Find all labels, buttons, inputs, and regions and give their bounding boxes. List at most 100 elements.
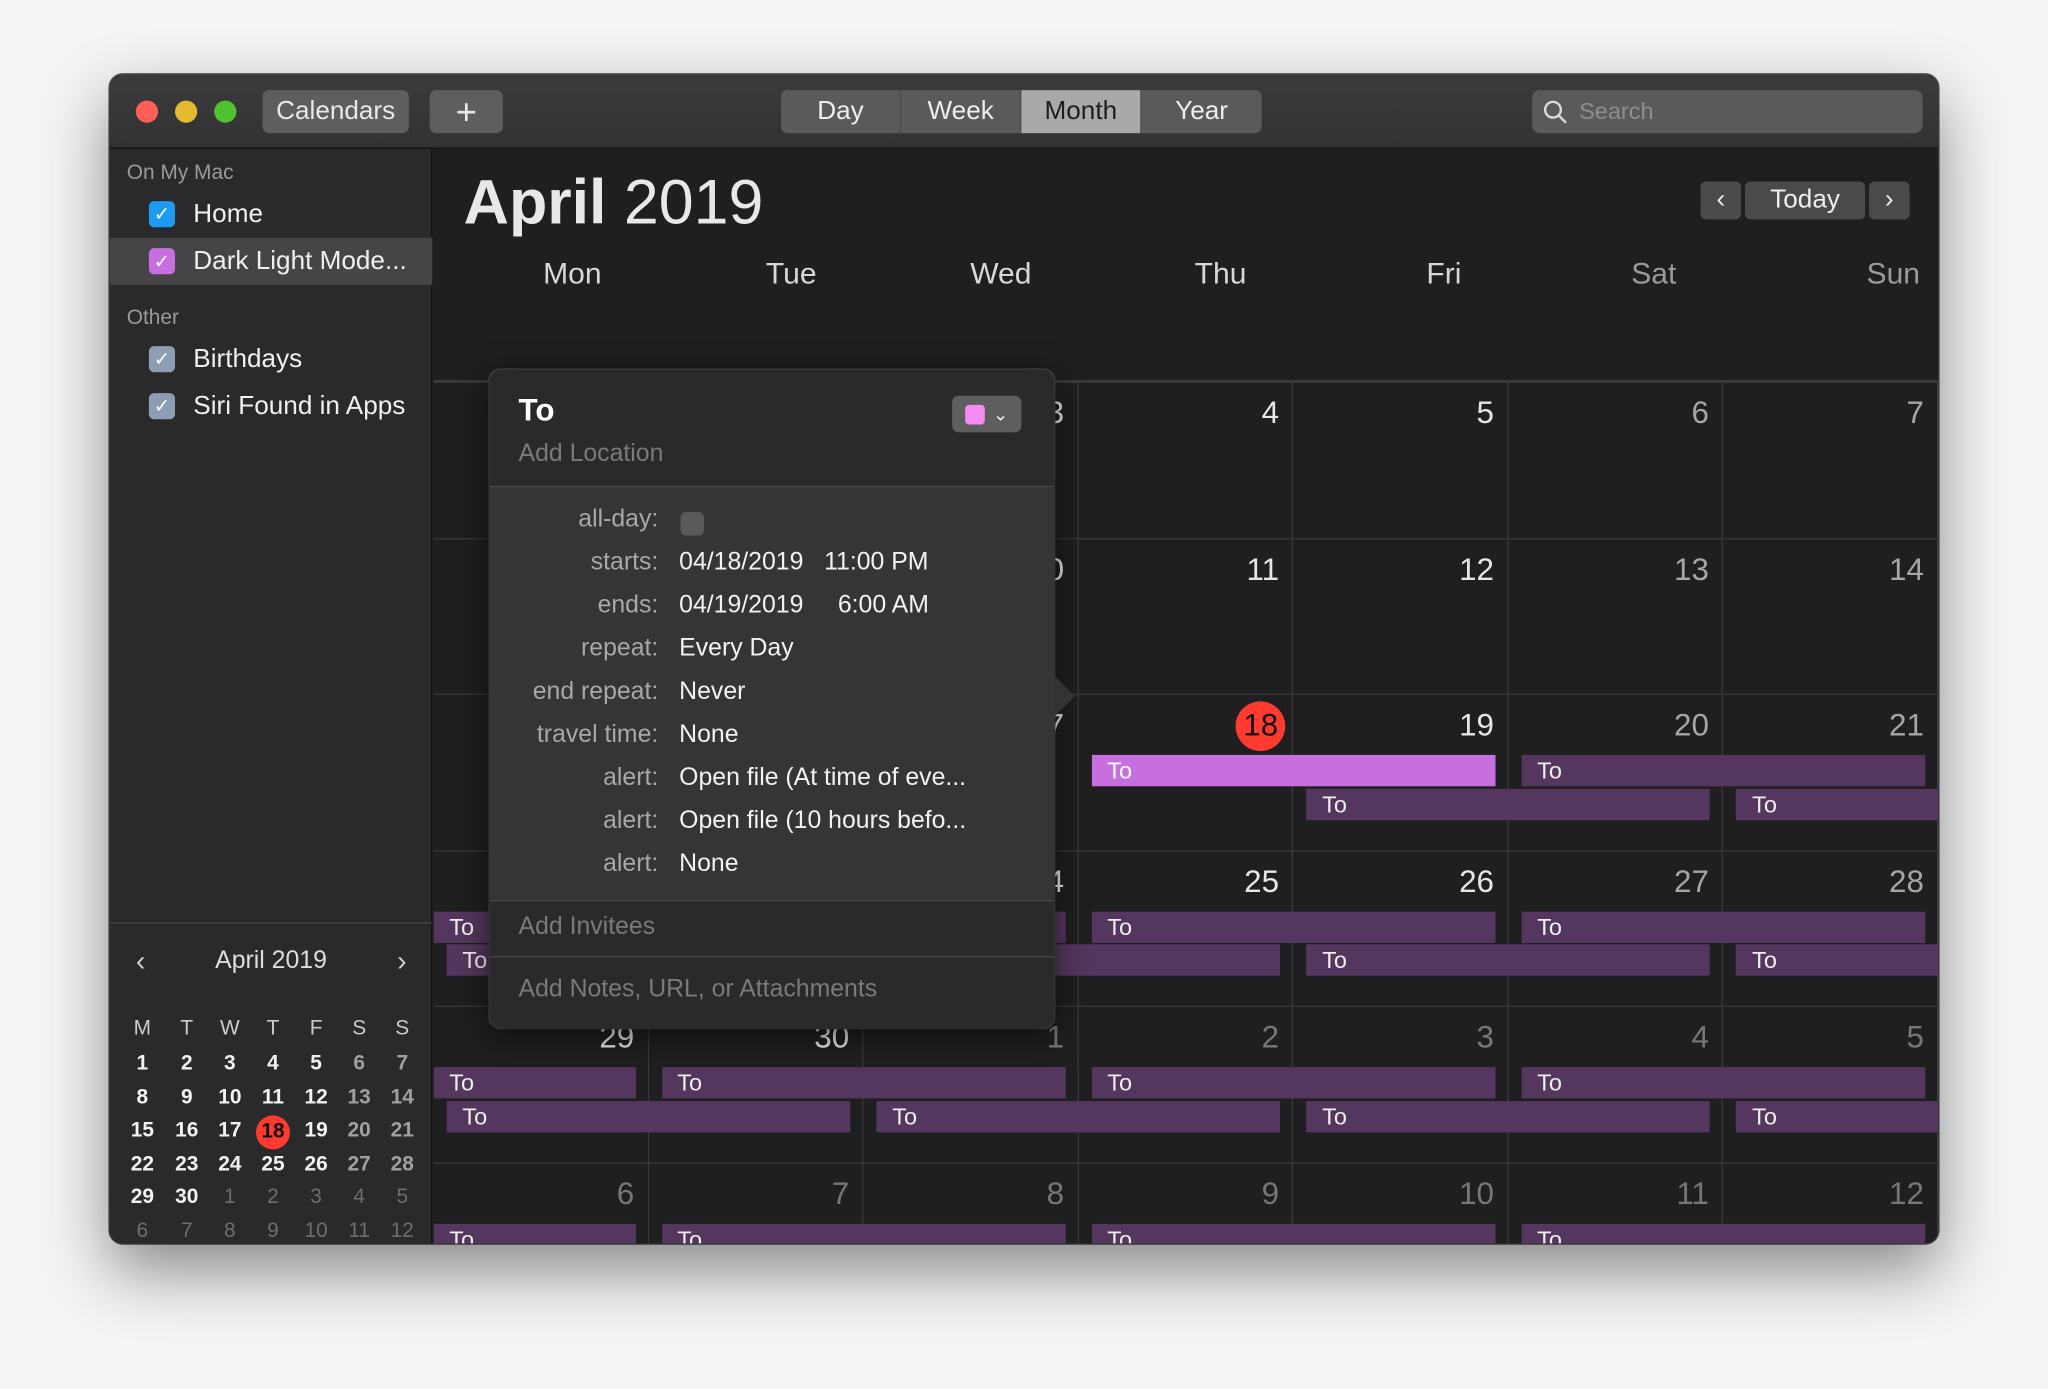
mini-day[interactable]: 2 <box>253 1186 292 1210</box>
mini-day[interactable]: 29 <box>123 1186 162 1210</box>
mini-day[interactable]: 5 <box>383 1186 422 1210</box>
all-day-checkbox[interactable] <box>680 511 704 536</box>
mini-day[interactable]: 28 <box>383 1153 422 1177</box>
field-value[interactable]: Open file (10 hours befo... <box>679 807 966 836</box>
mini-day[interactable]: 7 <box>383 1053 422 1077</box>
previous-month-button[interactable]: ‹ <box>1700 181 1742 220</box>
next-month-button[interactable]: › <box>1869 181 1910 220</box>
event-title[interactable]: To <box>519 393 555 430</box>
mini-day[interactable]: 10 <box>210 1086 249 1110</box>
calendars-button[interactable]: Calendars <box>262 90 409 134</box>
mini-day[interactable]: 9 <box>253 1219 292 1243</box>
mini-day[interactable]: 22 <box>123 1153 162 1177</box>
mini-day[interactable]: 3 <box>296 1186 335 1210</box>
mini-day[interactable]: 21 <box>383 1119 422 1143</box>
sidebar-item-siri-found-in-apps[interactable]: ✓ Siri Found in Apps <box>110 383 433 430</box>
invitees-field[interactable]: Add Invitees <box>519 913 656 942</box>
mini-day[interactable]: 14 <box>383 1086 422 1110</box>
field-value[interactable]: 04/19/2019 6:00 AM <box>679 592 929 621</box>
field-value[interactable]: None <box>679 721 738 750</box>
event-bar[interactable]: To <box>661 1223 1066 1244</box>
mini-day[interactable]: 30 <box>167 1186 206 1210</box>
mini-day[interactable]: 24 <box>210 1153 249 1177</box>
sidebar-item-dark-light-mode[interactable]: ✓ Dark Light Mode... <box>109 237 433 285</box>
day-cell[interactable]: 7 <box>1723 382 1939 539</box>
event-bar[interactable]: To <box>1736 788 1939 820</box>
event-bar[interactable]: To <box>446 1100 851 1132</box>
field-value[interactable]: Every Day <box>679 635 793 664</box>
mini-day[interactable]: 11 <box>253 1086 292 1110</box>
event-bar[interactable]: To <box>1306 788 1711 820</box>
mini-day[interactable]: 1 <box>210 1186 249 1210</box>
minimize-button[interactable] <box>175 100 198 123</box>
mini-day[interactable]: 9 <box>167 1086 206 1110</box>
day-cell[interactable]: 11 <box>1078 538 1294 695</box>
field-value[interactable]: None <box>679 850 738 879</box>
mini-day[interactable]: 8 <box>210 1219 249 1243</box>
field-value[interactable]: Open file (At time of eve... <box>679 764 966 793</box>
checkbox-checked-icon[interactable]: ✓ <box>148 248 176 275</box>
day-cell[interactable]: 4 <box>1078 382 1294 539</box>
day-cell[interactable]: 6 <box>1508 382 1724 539</box>
mini-day[interactable]: 17 <box>210 1119 249 1143</box>
event-bar[interactable]: To <box>1091 911 1496 943</box>
mini-day[interactable]: 23 <box>167 1153 206 1177</box>
mini-day[interactable]: 10 <box>296 1219 335 1243</box>
checkbox-checked-icon[interactable]: ✓ <box>148 393 176 420</box>
event-bar[interactable]: To <box>1736 1100 1939 1132</box>
mini-day[interactable]: 7 <box>167 1219 206 1243</box>
mini-day[interactable]: 2 <box>167 1053 206 1077</box>
event-bar[interactable]: To <box>1091 1223 1496 1244</box>
mini-day[interactable]: 15 <box>123 1119 162 1143</box>
day-cell[interactable]: 13 <box>1508 538 1724 695</box>
day-cell[interactable]: 12 <box>1293 538 1509 695</box>
event-bar[interactable]: To <box>1736 944 1939 976</box>
mini-day[interactable]: 27 <box>340 1153 379 1177</box>
mini-day[interactable]: 25 <box>253 1153 292 1177</box>
location-field[interactable]: Add Location <box>519 440 664 469</box>
sidebar-item-birthdays[interactable]: ✓ Birthdays <box>110 336 433 383</box>
tab-week[interactable]: Week <box>901 90 1022 134</box>
checkbox-checked-icon[interactable]: ✓ <box>148 201 176 228</box>
search-input[interactable] <box>1579 97 1893 126</box>
event-bar[interactable]: To <box>1306 944 1711 976</box>
mini-day[interactable]: 12 <box>383 1219 422 1243</box>
mini-day[interactable]: 12 <box>296 1086 335 1110</box>
mini-day[interactable]: 8 <box>123 1086 162 1110</box>
field-value[interactable]: 04/18/2019 11:00 PM <box>679 549 928 578</box>
mini-day[interactable]: 6 <box>340 1053 379 1077</box>
tab-month[interactable]: Month <box>1021 90 1142 134</box>
tab-year[interactable]: Year <box>1142 90 1262 133</box>
add-event-button[interactable]: + <box>429 90 503 134</box>
event-bar[interactable]: To <box>1521 1067 1926 1099</box>
zoom-button[interactable] <box>214 100 237 123</box>
mini-day[interactable]: 5 <box>296 1053 335 1077</box>
today-button[interactable]: Today <box>1744 181 1866 220</box>
mini-day[interactable]: 11 <box>340 1219 379 1243</box>
mini-day[interactable]: 13 <box>340 1086 379 1110</box>
day-cell[interactable]: 5 <box>1293 382 1509 539</box>
event-bar[interactable]: To <box>433 1067 636 1099</box>
chevron-right-icon[interactable]: › <box>397 944 407 978</box>
notes-field[interactable]: Add Notes, URL, or Attachments <box>519 976 878 1005</box>
event-bar[interactable]: To <box>661 1067 1066 1099</box>
event-bar[interactable]: To <box>1521 754 1926 787</box>
mini-day[interactable]: 26 <box>296 1153 335 1177</box>
event-bar[interactable]: To <box>876 1100 1281 1132</box>
mini-day[interactable]: 18 <box>255 1115 290 1150</box>
mini-day[interactable]: 16 <box>167 1119 206 1143</box>
mini-day[interactable]: 4 <box>340 1186 379 1210</box>
mini-day[interactable]: 4 <box>253 1053 292 1077</box>
tab-day[interactable]: Day <box>781 90 902 134</box>
field-value[interactable]: Never <box>679 678 745 707</box>
sidebar-item-home[interactable]: ✓ Home <box>110 191 433 238</box>
mini-day[interactable]: 6 <box>123 1219 162 1243</box>
search-field[interactable] <box>1532 90 1923 134</box>
close-button[interactable] <box>135 100 159 123</box>
mini-day[interactable]: 3 <box>210 1053 249 1077</box>
day-cell[interactable]: 14 <box>1723 538 1939 695</box>
mini-day[interactable]: 1 <box>123 1053 162 1077</box>
event-bar[interactable]: To <box>1521 911 1926 943</box>
mini-day[interactable]: 20 <box>340 1119 379 1143</box>
event-bar[interactable]: To <box>1091 1067 1496 1099</box>
